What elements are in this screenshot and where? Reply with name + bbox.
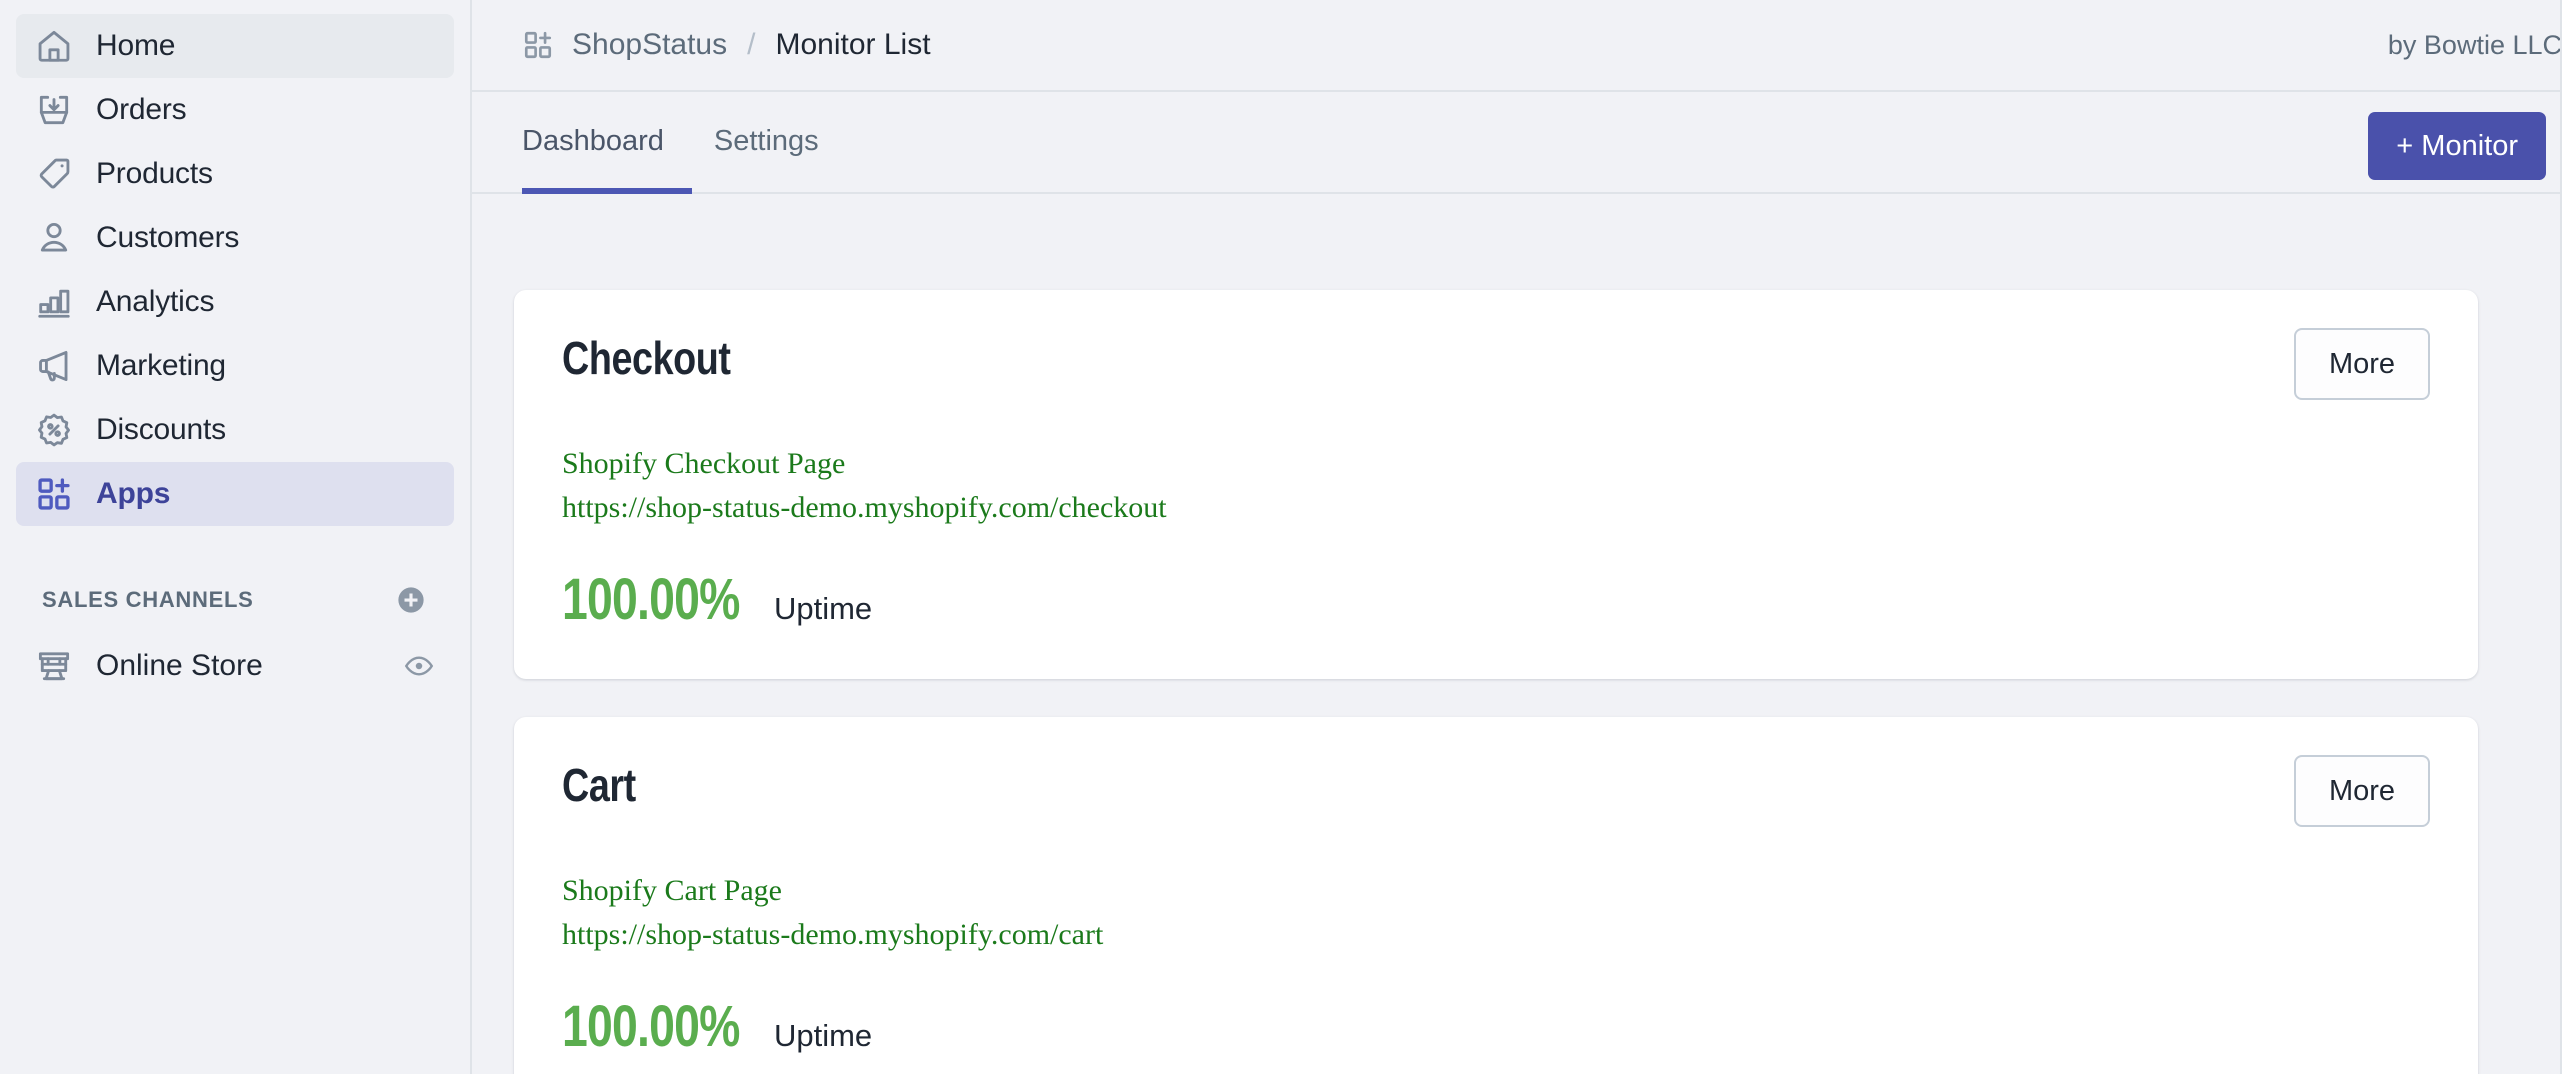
sidebar-item-analytics[interactable]: Analytics <box>16 270 454 334</box>
uptime-row: 100.00% Uptime <box>562 571 2430 629</box>
topbar: ShopStatus / Monitor List by Bowtie LLC <box>472 0 2562 92</box>
card-header: Cart More <box>562 761 2430 827</box>
sidebar-item-label: Marketing <box>96 351 226 381</box>
sidebar-item-marketing[interactable]: Marketing <box>16 334 454 398</box>
monitor-links: Shopify Checkout Page https://shop-statu… <box>562 442 2430 529</box>
breadcrumb-app-link[interactable]: ShopStatus <box>572 28 727 62</box>
app-root: Home Orders <box>0 0 2562 1074</box>
sidebar-item-apps[interactable]: Apps <box>16 462 454 526</box>
uptime-value: 100.00% <box>562 571 740 629</box>
discount-icon <box>34 410 74 450</box>
sidebar-nav: Home Orders <box>0 14 470 526</box>
card-header: Checkout More <box>562 334 2430 400</box>
monitor-url[interactable]: https://shop-status-demo.myshopify.com/c… <box>562 913 1103 957</box>
sidebar-item-label: Discounts <box>96 415 226 445</box>
monitor-card: Checkout More Shopify Checkout Page http… <box>514 290 2478 679</box>
add-monitor-button[interactable]: + Monitor <box>2368 112 2546 180</box>
tag-icon <box>34 154 74 194</box>
megaphone-icon <box>34 346 74 386</box>
orders-icon <box>34 90 74 130</box>
monitor-list: Checkout More Shopify Checkout Page http… <box>472 194 2562 1074</box>
tab-settings[interactable]: Settings <box>692 94 841 194</box>
sidebar-item-label: Orders <box>96 95 187 125</box>
sidebar-item-home[interactable]: Home <box>16 14 454 78</box>
home-icon <box>34 26 74 66</box>
sales-channels-title: SALES CHANNELS <box>42 587 254 613</box>
sidebar-item-label: Apps <box>96 479 170 509</box>
sidebar-item-customers[interactable]: Customers <box>16 206 454 270</box>
eye-icon[interactable] <box>402 649 436 683</box>
monitor-url[interactable]: https://shop-status-demo.myshopify.com/c… <box>562 486 1167 530</box>
tabbar: Dashboard Settings + Monitor <box>472 92 2562 194</box>
sidebar-item-label: Customers <box>96 223 239 253</box>
sales-channels-header: SALES CHANNELS <box>42 578 428 622</box>
sidebar-item-discounts[interactable]: Discounts <box>16 398 454 462</box>
more-button[interactable]: More <box>2294 755 2430 827</box>
apps-icon <box>522 29 554 61</box>
monitor-links: Shopify Cart Page https://shop-status-de… <box>562 869 2430 956</box>
sidebar-item-orders[interactable]: Orders <box>16 78 454 142</box>
person-icon <box>34 218 74 258</box>
breadcrumb-separator: / <box>745 28 757 62</box>
sidebar: Home Orders <box>0 0 472 1074</box>
storefront-icon <box>34 646 74 686</box>
sidebar-item-products[interactable]: Products <box>16 142 454 206</box>
apps-icon <box>34 474 74 514</box>
monitor-link-label[interactable]: Shopify Cart Page <box>562 869 782 913</box>
monitor-title: Checkout <box>562 334 731 382</box>
monitor-title: Cart <box>562 761 636 809</box>
monitor-link-label[interactable]: Shopify Checkout Page <box>562 442 845 486</box>
sidebar-item-label: Products <box>96 159 213 189</box>
uptime-row: 100.00% Uptime <box>562 998 2430 1056</box>
sales-channels-list: Online Store <box>0 634 470 698</box>
tab-list: Dashboard Settings <box>522 92 841 192</box>
app-attribution: by Bowtie LLC <box>2388 30 2562 61</box>
sidebar-item-online-store[interactable]: Online Store <box>16 634 454 698</box>
monitor-card: Cart More Shopify Cart Page https://shop… <box>514 717 2478 1074</box>
uptime-label: Uptime <box>774 1020 872 1051</box>
uptime-label: Uptime <box>774 593 872 624</box>
tab-dashboard[interactable]: Dashboard <box>522 94 692 194</box>
sidebar-item-label: Analytics <box>96 287 214 317</box>
uptime-value: 100.00% <box>562 998 740 1056</box>
main-area: ShopStatus / Monitor List by Bowtie LLC … <box>472 0 2562 1074</box>
more-button[interactable]: More <box>2294 328 2430 400</box>
page-title: Monitor List <box>775 28 930 62</box>
sidebar-item-label: Home <box>96 31 175 61</box>
bar-chart-icon <box>34 282 74 322</box>
sidebar-item-label: Online Store <box>96 649 263 683</box>
breadcrumb: ShopStatus / Monitor List <box>522 28 931 62</box>
plus-circle-icon[interactable] <box>394 583 428 617</box>
